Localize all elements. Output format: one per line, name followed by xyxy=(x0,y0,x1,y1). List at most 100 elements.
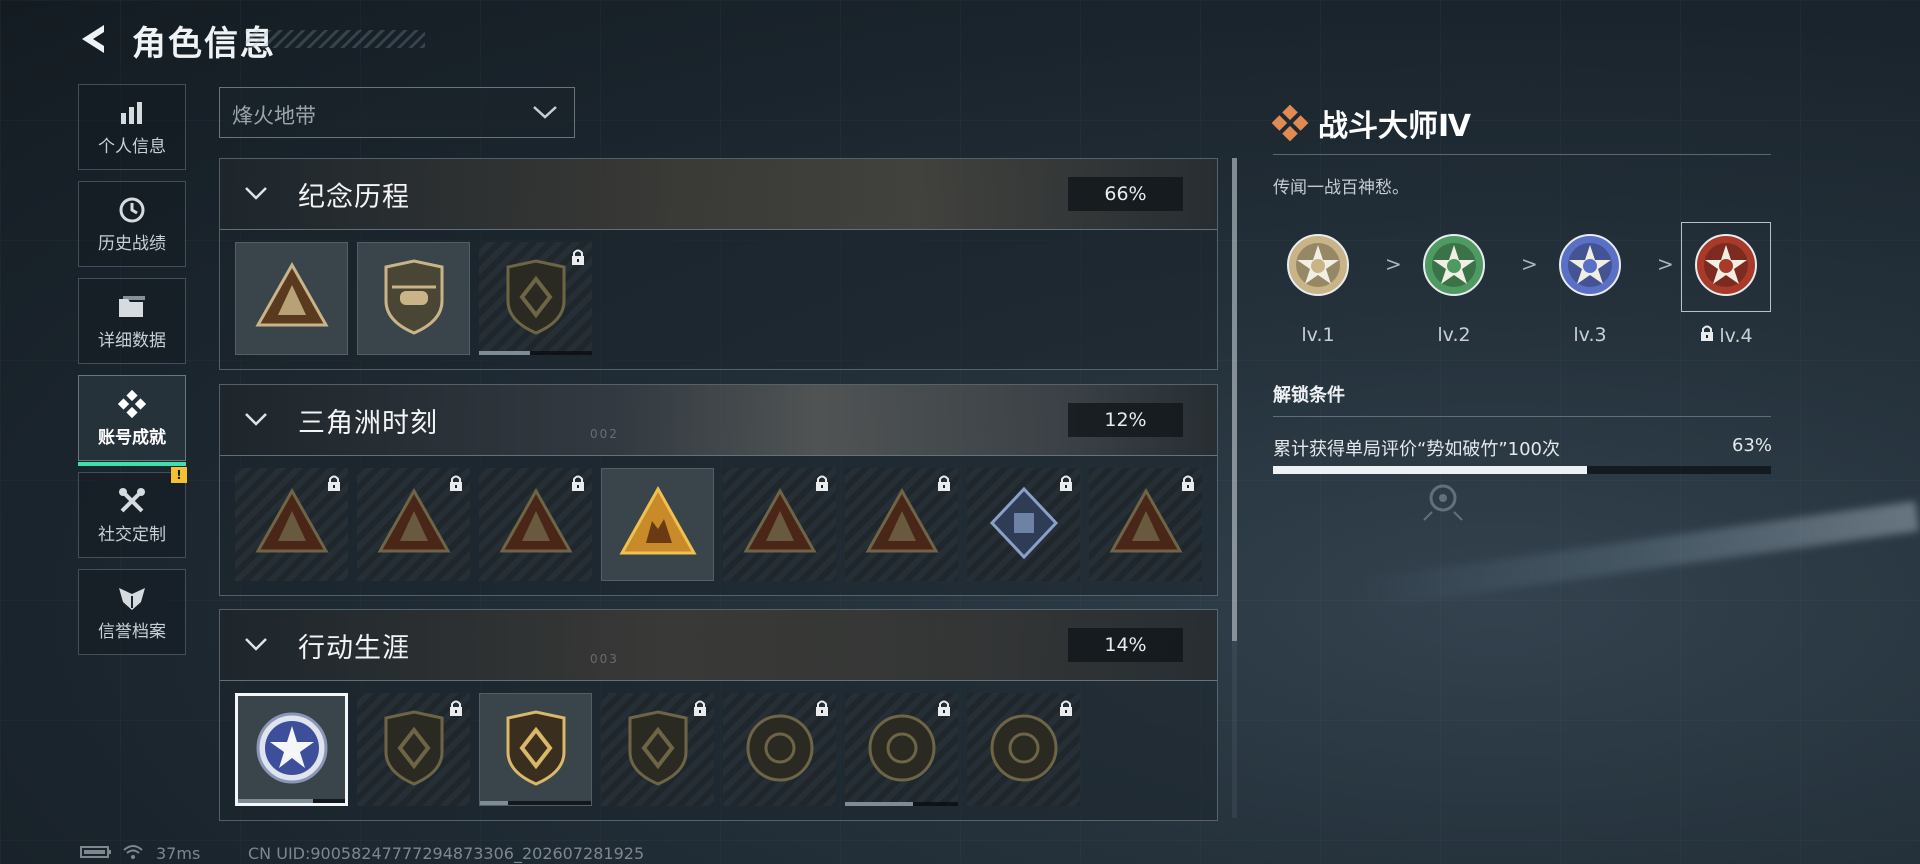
chevron-down-icon xyxy=(242,409,270,433)
unlock-progress-bar xyxy=(1273,466,1771,474)
level-label-text: lv.3 xyxy=(1573,324,1607,346)
level-medal-icon xyxy=(1558,233,1622,301)
back-arrow-icon[interactable] xyxy=(76,22,116,56)
hex-shield-badge-icon xyxy=(496,257,576,341)
badge-progress-fill xyxy=(845,802,913,806)
lock-icon xyxy=(1058,474,1074,496)
badge-progress-fill xyxy=(480,801,508,805)
achievement-badge[interactable] xyxy=(235,693,348,806)
diamond-emblem-icon xyxy=(1271,104,1309,146)
section-header[interactable]: 三角洲时刻 002 12% xyxy=(220,385,1217,456)
achievement-badge[interactable] xyxy=(357,693,470,806)
lock-icon xyxy=(692,699,708,721)
achievement-badge[interactable] xyxy=(967,693,1080,806)
badge-progress-bar xyxy=(845,802,958,806)
sidebar-item-0[interactable]: 个人信息 xyxy=(78,84,186,170)
chevron-down-icon xyxy=(530,102,560,126)
achievement-badge[interactable] xyxy=(723,468,836,581)
sidebar-item-1[interactable]: 历史战绩 xyxy=(78,181,186,267)
arrow-shield-badge-icon xyxy=(374,708,454,792)
achievement-badge[interactable] xyxy=(357,242,470,355)
triangle-usb-badge-icon xyxy=(252,483,332,567)
dice-shield-badge-icon xyxy=(618,708,698,792)
section-percent: 12% xyxy=(1068,403,1183,437)
level-medal-4[interactable] xyxy=(1681,222,1771,312)
section-percent: 66% xyxy=(1068,177,1183,211)
level-arrow: > xyxy=(1657,252,1674,276)
section-title: 行动生涯 xyxy=(298,633,410,664)
section-banner-tag: 002 xyxy=(590,427,619,441)
sidebar-item-2[interactable]: 详细数据 xyxy=(78,278,186,364)
sidebar-item-label: 历史战绩 xyxy=(98,233,166,254)
helicopter-shield-badge-icon xyxy=(374,257,454,341)
ping-readout: 37ms xyxy=(156,844,201,863)
achievement-badge[interactable] xyxy=(479,468,592,581)
section-header[interactable]: 行动生涯 003 14% xyxy=(220,610,1217,681)
sidebar-item-label: 详细数据 xyxy=(98,330,166,351)
triangle-dragon-badge-icon xyxy=(862,483,942,567)
bar-chart-icon xyxy=(117,98,147,128)
achievement-badge[interactable] xyxy=(1089,468,1202,581)
achievement-badge[interactable] xyxy=(967,468,1080,581)
achievement-badge[interactable] xyxy=(479,693,592,806)
badge-row xyxy=(235,693,1080,806)
shield-wing-icon xyxy=(117,583,147,613)
sidebar-item-3[interactable]: 账号成就 xyxy=(78,375,186,466)
section-header[interactable]: 纪念历程 66% xyxy=(220,159,1217,230)
title-decoration xyxy=(245,30,425,48)
battery-icon xyxy=(80,844,112,863)
level-label-text: lv.2 xyxy=(1437,324,1471,346)
section-title: 纪念历程 xyxy=(298,182,410,213)
lock-icon xyxy=(448,474,464,496)
level-medal-1[interactable] xyxy=(1273,222,1363,312)
level-label-text: lv.4 xyxy=(1719,325,1753,347)
scrollbar-thumb[interactable] xyxy=(1232,158,1237,641)
level-medal-3[interactable] xyxy=(1545,222,1635,312)
achievement-badge[interactable] xyxy=(723,693,836,806)
badge-row xyxy=(235,468,1202,581)
achievement-badge[interactable] xyxy=(845,693,958,806)
triangle-shield-badge-icon xyxy=(252,257,332,341)
skull-medal-badge-icon xyxy=(862,708,942,792)
achievement-badge[interactable] xyxy=(235,468,348,581)
triangle-squad-badge-icon xyxy=(618,483,698,567)
lock-icon xyxy=(570,474,586,496)
season-dropdown-value: 烽火地带 xyxy=(232,104,316,128)
achievement-badge[interactable] xyxy=(601,468,714,581)
unlock-progress-fill xyxy=(1273,466,1587,474)
badge-progress-bar xyxy=(238,799,345,803)
triangle-skull-badge-icon xyxy=(1106,483,1186,567)
achievement-badge[interactable] xyxy=(845,468,958,581)
level-label: lv.3 xyxy=(1545,324,1635,346)
level-label: lv.4 xyxy=(1681,324,1771,347)
triangle-gear-badge-icon xyxy=(496,483,576,567)
chevron-down-icon xyxy=(242,183,270,207)
lock-icon xyxy=(936,474,952,496)
level-medal-2[interactable] xyxy=(1409,222,1499,312)
sidebar-item-label: 账号成就 xyxy=(98,427,166,448)
section-title: 三角洲时刻 xyxy=(298,408,438,439)
level-medal-icon xyxy=(1286,233,1350,301)
sidebar-item-label: 社交定制 xyxy=(98,524,166,545)
unlock-condition-text: 累计获得单局评价“势如破竹”100次 xyxy=(1273,439,1561,460)
achievement-badge[interactable] xyxy=(479,242,592,355)
season-dropdown[interactable]: 烽火地带 xyxy=(219,87,575,138)
lock-icon xyxy=(814,699,830,721)
level-label: lv.1 xyxy=(1273,324,1363,346)
level-arrow: > xyxy=(1385,252,1402,276)
unlock-condition-percent: 63% xyxy=(1731,435,1772,456)
sidebar-item-4[interactable]: 社交定制! xyxy=(78,467,187,558)
badge-grid xyxy=(220,230,1217,370)
sidebar-item-label: 信誉档案 xyxy=(98,621,166,642)
badge-grid xyxy=(220,681,1217,821)
achievement-badge[interactable] xyxy=(357,468,470,581)
achievement-badge[interactable] xyxy=(601,693,714,806)
eye-medal-badge-icon xyxy=(984,708,1064,792)
sidebar-item-5[interactable]: 信誉档案 xyxy=(78,569,186,655)
badge-grid xyxy=(220,456,1217,596)
level-arrow: > xyxy=(1521,252,1538,276)
diamond-fist-badge-icon xyxy=(984,483,1064,567)
triangle-team-badge-icon xyxy=(740,483,820,567)
level-medal-icon xyxy=(1422,233,1486,301)
achievement-badge[interactable] xyxy=(235,242,348,355)
